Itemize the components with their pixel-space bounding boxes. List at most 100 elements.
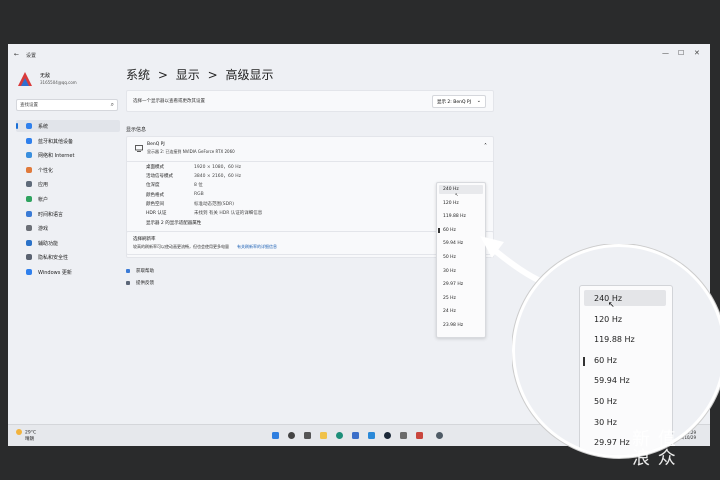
- info-row-value: 8 位: [194, 183, 203, 189]
- gear-icon[interactable]: [436, 432, 443, 439]
- selected-indicator: [583, 356, 585, 366]
- refresh-rate-option[interactable]: 50 Hz: [443, 255, 456, 260]
- search-input[interactable]: 查找设置 ⌕: [16, 99, 118, 111]
- refresh-rate-option[interactable]: 25 Hz: [443, 296, 456, 301]
- sidebar-item[interactable]: 游戏: [16, 222, 120, 234]
- page-title: 高级显示: [225, 68, 274, 82]
- select-display-label: 选择一个显示器以查看或更改其设置: [133, 99, 205, 104]
- divider: [127, 161, 493, 162]
- info-row-label: 颜色空间: [146, 201, 164, 207]
- chevron-up-icon[interactable]: ˄: [484, 143, 487, 150]
- file-explorer-icon[interactable]: [320, 432, 327, 439]
- refresh-rate-option[interactable]: 30 Hz: [594, 418, 617, 427]
- refresh-rate-option[interactable]: 119.88 Hz: [443, 214, 466, 219]
- refresh-rate-option[interactable]: 29.97 Hz: [443, 282, 463, 287]
- task-view-icon[interactable]: [304, 432, 311, 439]
- breadcrumb-system[interactable]: 系统: [126, 68, 150, 82]
- sidebar-item[interactable]: 网络和 Internet: [16, 149, 120, 161]
- watermark-line2: 浪 众: [632, 448, 677, 469]
- avatar[interactable]: [16, 70, 34, 88]
- search-icon: ⌕: [110, 101, 114, 108]
- info-row-label: 活动信号模式: [146, 174, 173, 180]
- info-row-label: 桌面模式: [146, 165, 164, 170]
- settings-icon[interactable]: [400, 432, 407, 439]
- refresh-rate-option[interactable]: 59.94 Hz: [443, 241, 463, 246]
- search-icon[interactable]: [288, 432, 295, 439]
- sidebar-item[interactable]: 个性化: [16, 164, 120, 176]
- refresh-rate-option[interactable]: 29.97 Hz: [594, 438, 630, 447]
- sidebar-item-icon: [26, 123, 32, 129]
- watermark-line1: 新 值: [632, 429, 677, 450]
- sidebar-item[interactable]: 帐户: [16, 193, 120, 205]
- feedback-label: 提供反馈: [136, 281, 154, 286]
- breadcrumb: 系统 > 显示 > 高级显示: [126, 66, 273, 83]
- refresh-rate-info-link[interactable]: 有关刷新率的详细信息: [237, 244, 277, 250]
- sidebar-item[interactable]: 蓝牙和其他设备: [16, 135, 120, 147]
- sidebar-item-label: 时间和语言: [38, 211, 64, 218]
- help-icon: [126, 268, 130, 273]
- info-row-value: RGB: [194, 191, 204, 197]
- close-button[interactable]: ✕: [694, 49, 700, 57]
- app-icon[interactable]: [368, 432, 375, 439]
- refresh-rate-option[interactable]: 59.94 Hz: [594, 376, 630, 385]
- refresh-rate-option[interactable]: 120 Hz: [443, 201, 459, 206]
- app-icon[interactable]: [416, 432, 423, 439]
- sidebar-item-icon: [26, 137, 32, 144]
- refresh-rate-option[interactable]: 50 Hz: [594, 397, 617, 406]
- refresh-rate-option[interactable]: 24 Hz: [443, 309, 456, 314]
- get-help-link[interactable]: 获取帮助: [126, 268, 154, 274]
- weather-text: 晴朗: [25, 436, 34, 442]
- info-row-label: 位深度: [146, 183, 160, 189]
- sidebar-item[interactable]: 隐私和安全性: [16, 251, 120, 263]
- adapter-properties-link[interactable]: 显示器 2 的显示适配器属性: [146, 220, 201, 226]
- refresh-rate-option[interactable]: 119.88 Hz: [594, 335, 635, 344]
- refresh-rate-option[interactable]: 60 Hz: [594, 356, 617, 365]
- sidebar-item-label: 个性化: [38, 167, 54, 174]
- sidebar-item[interactable]: Windows 更新: [16, 266, 120, 278]
- display-dropdown-value: 显示 2: BenQ PJ: [437, 100, 471, 105]
- sidebar-item-icon: [26, 269, 32, 275]
- steam-icon[interactable]: [384, 432, 391, 439]
- sidebar-item-icon: [26, 166, 32, 173]
- sidebar-item-label: 帐户: [38, 197, 49, 203]
- selected-indicator: [438, 228, 440, 234]
- zoom-magnifier: 240 Hz 120 Hz 119.88 Hz 60 Hz 59.94 Hz 50 Hz 3…: [512, 244, 720, 480]
- start-icon[interactable]: [272, 432, 279, 439]
- sidebar-item[interactable]: 辅助功能: [16, 237, 120, 249]
- monitor-name: BenQ PJ: [147, 142, 165, 147]
- user-name: 无敌: [40, 73, 51, 79]
- sidebar-item-label: Windows 更新: [38, 270, 72, 276]
- refresh-rate-option[interactable]: 120 Hz: [594, 315, 622, 324]
- minimize-button[interactable]: —: [662, 49, 669, 57]
- sidebar-item-label: 游戏: [38, 226, 49, 233]
- sidebar-item-label: 辅助功能: [38, 240, 59, 247]
- refresh-rate-option[interactable]: 23.98 Hz: [443, 323, 463, 328]
- window-title: 设置: [26, 53, 37, 59]
- weather-widget[interactable]: 29°C 晴朗: [16, 429, 36, 443]
- breadcrumb-display[interactable]: 显示: [176, 68, 200, 82]
- user-email: 3165504@qq.com: [40, 80, 77, 85]
- weather-temp: 29°C: [25, 430, 37, 436]
- edge-icon[interactable]: [336, 432, 343, 439]
- mouse-cursor-icon: ↖: [455, 192, 459, 197]
- refresh-rate-option[interactable]: 60 Hz: [443, 228, 456, 233]
- sun-icon: [16, 429, 22, 435]
- display-dropdown[interactable]: 显示 2: BenQ PJ ⌄: [432, 95, 486, 108]
- chevron-down-icon: ⌄: [476, 98, 481, 104]
- zoom-cursor-icon: ↖: [608, 300, 615, 309]
- info-row-value: 标准动态范围(SDR): [194, 201, 234, 207]
- watermark: 新 值 浪 众: [632, 430, 677, 468]
- sidebar-item[interactable]: 系统: [16, 120, 120, 132]
- sidebar-item-icon: [26, 254, 32, 261]
- refresh-rate-option[interactable]: 30 Hz: [443, 269, 456, 274]
- store-icon[interactable]: [352, 432, 359, 439]
- feedback-link[interactable]: 提供反馈: [126, 280, 154, 286]
- sidebar-item-icon: [26, 225, 32, 232]
- back-button[interactable]: ←: [14, 51, 19, 58]
- sidebar-item[interactable]: 应用: [16, 178, 120, 190]
- sidebar-item[interactable]: 时间和语言: [16, 208, 120, 220]
- maximize-button[interactable]: ☐: [678, 49, 684, 57]
- title-bar: ← 设置 — ☐ ✕: [8, 44, 710, 64]
- sidebar-item-label: 应用: [38, 182, 49, 189]
- info-row-value: 未找到 有关 HDR 认证的详细信息: [194, 211, 263, 216]
